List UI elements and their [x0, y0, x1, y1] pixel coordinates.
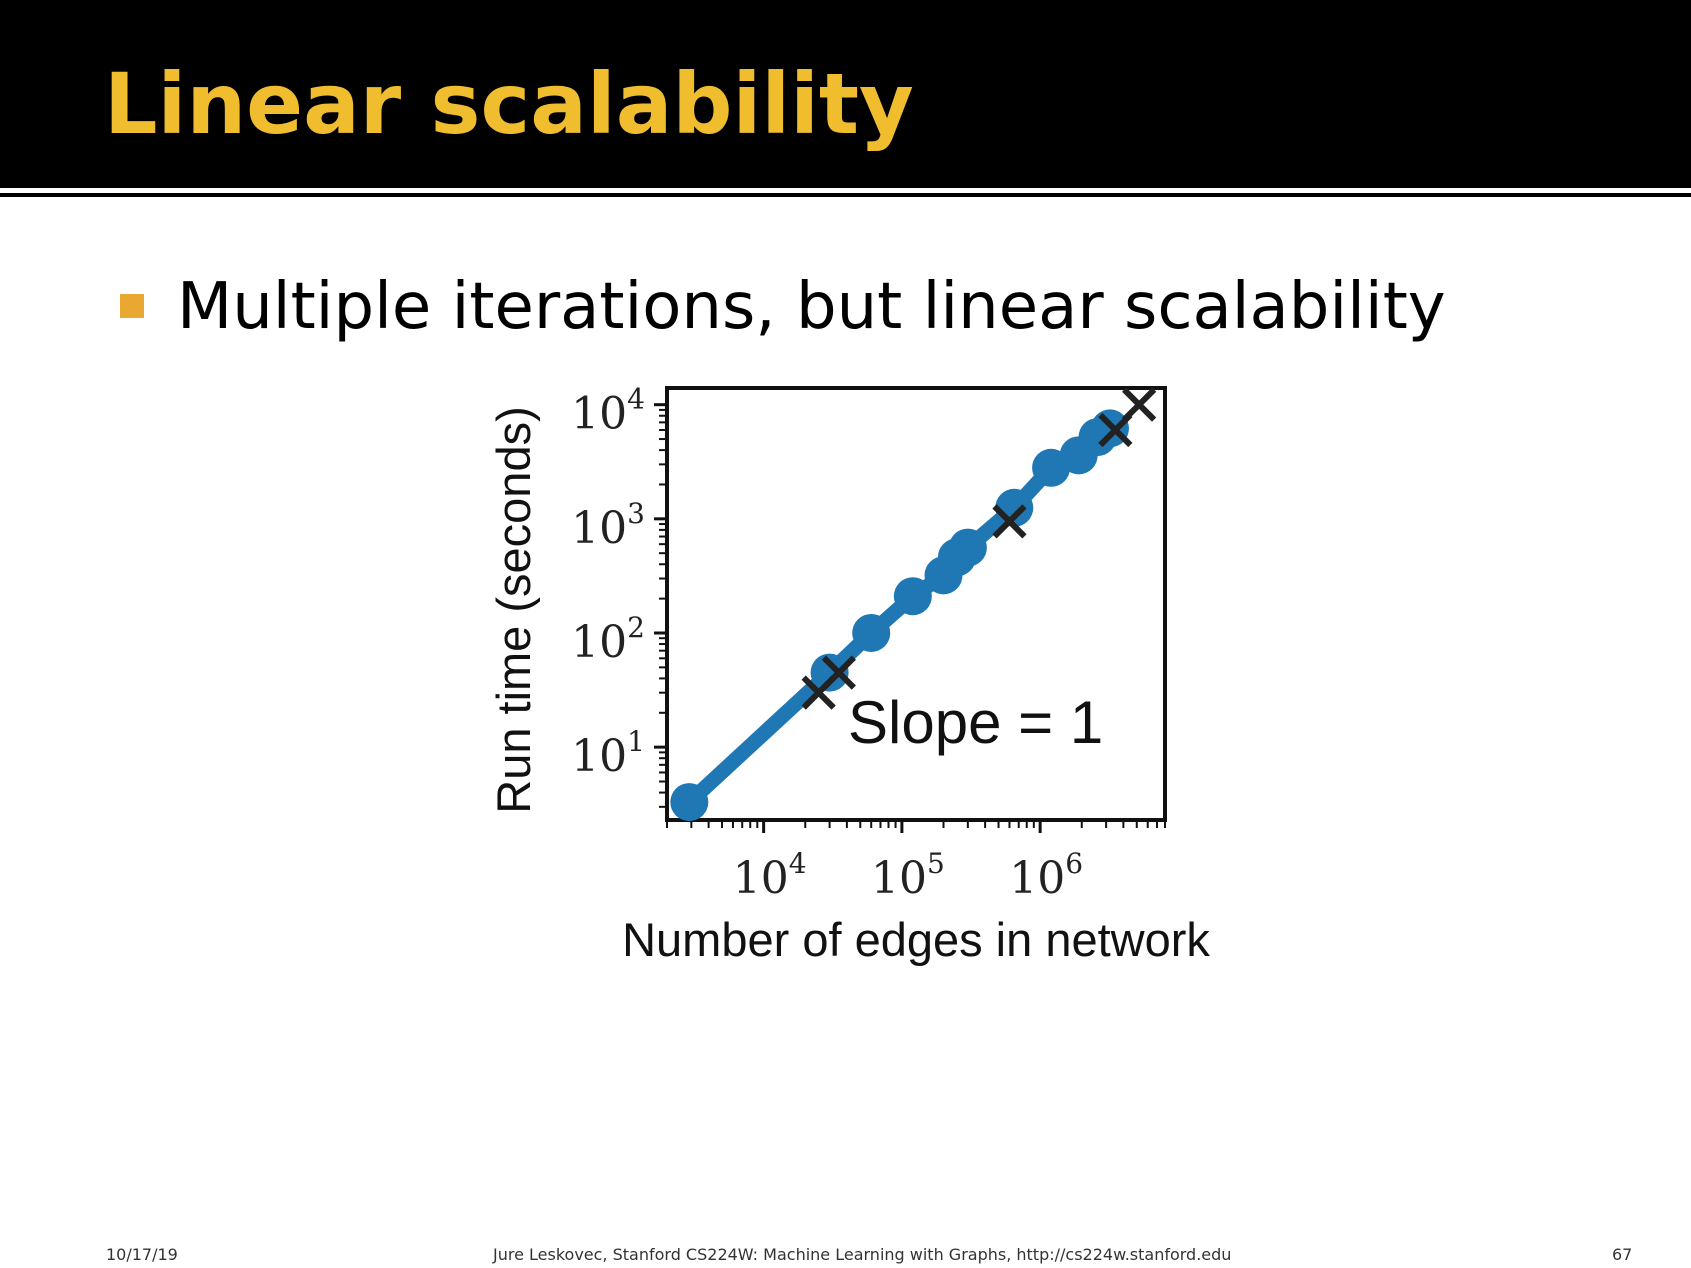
y-tick-label-base: 10	[571, 503, 627, 554]
y-tick-label-exponent: 1	[627, 725, 645, 758]
x-tick-label-exponent: 4	[789, 847, 807, 880]
footer-date: 10/17/19	[106, 1245, 178, 1264]
footer-credit: Jure Leskovec, Stanford CS224W: Machine …	[493, 1245, 1232, 1264]
x-tick-label: 106	[1009, 847, 1083, 904]
data-point	[852, 613, 891, 652]
y-tick-label: 102	[571, 611, 645, 668]
y-tick-label-exponent: 3	[627, 497, 645, 530]
x-tick-label-base: 10	[1009, 853, 1065, 904]
x-tick-label-exponent: 6	[1065, 847, 1083, 880]
y-tick-label-base: 10	[571, 731, 627, 782]
scalability-chart: 104 105 106101102103104Number of edges in …	[487, 383, 1210, 966]
x-tick-label: 104	[733, 847, 807, 904]
y-tick-label: 101	[571, 725, 645, 782]
x-marker-point	[1122, 387, 1157, 422]
y-axis-label: Run time (seconds)	[487, 406, 540, 814]
page-number: 67	[1612, 1245, 1633, 1264]
x-tick-label: 105	[871, 847, 945, 904]
x-tick-label-base: 10	[733, 853, 789, 904]
data-point	[670, 783, 709, 822]
y-tick-label-base: 10	[571, 389, 627, 440]
y-tick-label-exponent: 4	[627, 383, 645, 416]
y-tick-label-exponent: 2	[627, 611, 645, 644]
x-tick-label-exponent: 5	[927, 847, 945, 880]
data-point	[948, 528, 987, 567]
y-tick-label: 104	[571, 383, 645, 440]
y-tick-label: 103	[571, 497, 645, 554]
data-point	[995, 488, 1034, 527]
y-tick-label-base: 10	[571, 617, 627, 668]
x-axis-label: Number of edges in network	[622, 913, 1210, 966]
x-tick-label-base: 10	[871, 853, 927, 904]
slope-annotation: Slope = 1	[848, 689, 1103, 756]
